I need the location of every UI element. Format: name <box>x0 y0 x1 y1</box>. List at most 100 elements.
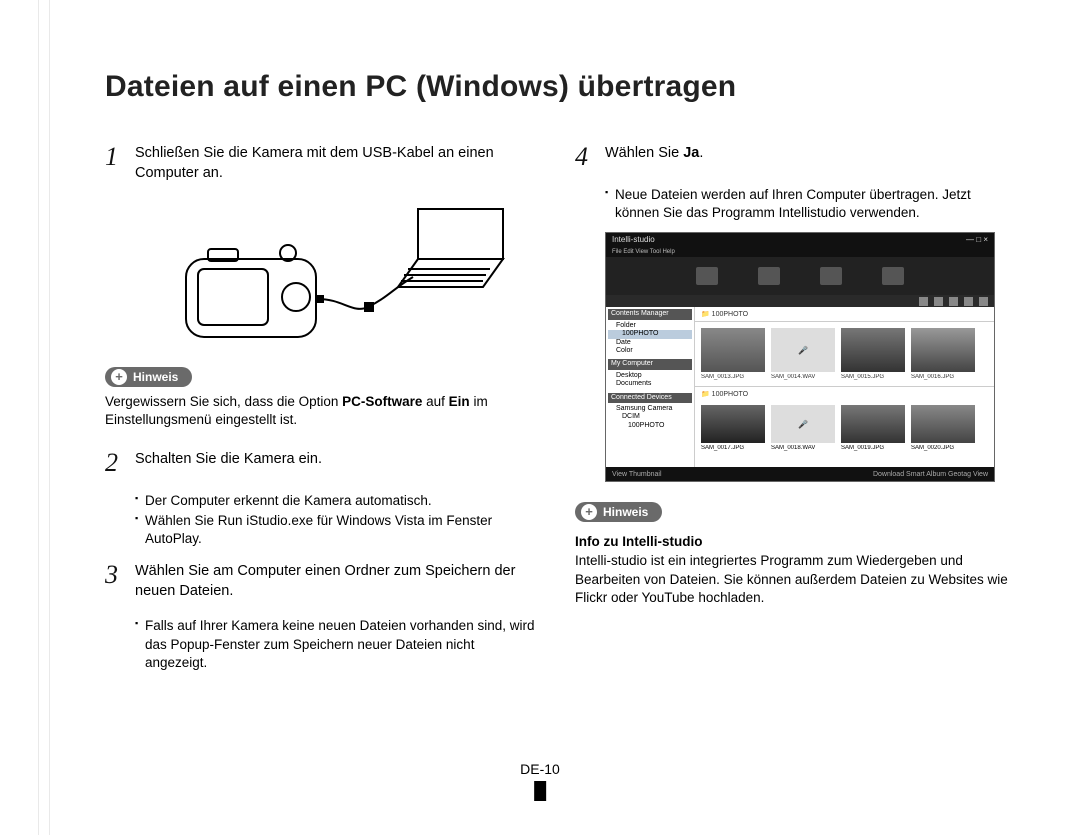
step-text-part: . <box>699 145 703 161</box>
folder-bar-2: 📁 100PHOTO <box>695 386 994 401</box>
left-column: 1 Schließen Sie die Kamera mit dem USB-K… <box>105 144 540 674</box>
sidebar-header: Connected Devices <box>608 393 692 403</box>
thumbnail: 🎤SAM_0018.WAV <box>771 405 835 451</box>
library-icon <box>696 267 718 285</box>
step-text: Schließen Sie die Kamera mit dem USB-Kab… <box>135 144 540 183</box>
thumbnail-label: SAM_0019.JPG <box>841 445 905 451</box>
step-2: 2 Schalten Sie die Kamera ein. <box>105 450 540 476</box>
tree-item: Date <box>608 339 692 347</box>
info-heading: Info zu Intelli-studio <box>575 534 1010 549</box>
note-text-bold: Ein <box>449 394 470 409</box>
intelli-studio-screenshot: Intelli-studio — □ × File Edit View Tool… <box>605 232 995 482</box>
step-3-bullets: Falls auf Ihrer Kamera keine neuen Datei… <box>135 617 540 672</box>
note-text-part: auf <box>422 394 448 409</box>
tree-item: Desktop <box>608 372 692 380</box>
binding-guide <box>38 0 50 835</box>
thumbnail: 🎤SAM_0014.WAV <box>771 328 835 380</box>
note-label: Hinweis <box>133 370 178 384</box>
view-mode-icon <box>919 297 928 306</box>
folder-label: 📁 100PHOTO <box>701 390 748 398</box>
thumbnail-row-2: SAM_0017.JPG 🎤SAM_0018.WAV SAM_0019.JPG … <box>695 401 994 455</box>
two-column-layout: 1 Schließen Sie die Kamera mit dem USB-K… <box>105 144 1010 674</box>
note-1-container: + Hinweis Vergewissern Sie sich, dass di… <box>105 361 540 429</box>
camera-laptop-illustration <box>135 199 540 349</box>
thumbnail: SAM_0020.JPG <box>911 405 975 451</box>
plus-icon: + <box>581 504 597 520</box>
tree-item: Documents <box>608 380 692 388</box>
status-right: Download Smart Album Geotag View <box>873 471 988 478</box>
step-4-bullets: Neue Dateien werden auf Ihren Computer ü… <box>605 186 1010 222</box>
sidebar-header: Contents Manager <box>608 309 692 319</box>
photo-editor-icon <box>758 267 780 285</box>
tree-item-selected: 100PHOTO <box>608 330 692 338</box>
thumbnail-label: SAM_0015.JPG <box>841 374 905 380</box>
step-text: Wählen Sie Ja. <box>605 144 1010 170</box>
status-left: View Thumbnail <box>612 471 662 478</box>
thumbnail-label: SAM_0017.JPG <box>701 445 765 451</box>
step-text-bold: Ja <box>683 145 699 161</box>
window-titlebar: Intelli-studio — □ × <box>606 233 994 247</box>
right-column: 4 Wählen Sie Ja. Neue Dateien werden auf… <box>575 144 1010 674</box>
thumbnail: SAM_0016.JPG <box>911 328 975 380</box>
toolbar <box>606 257 994 295</box>
step-number: 3 <box>105 562 135 601</box>
folder-name: 100PHOTO <box>712 311 748 318</box>
tree-item: 100PHOTO <box>608 422 692 430</box>
tree-item: Samsung Camera <box>608 405 692 413</box>
tree-item: Folder <box>608 322 692 330</box>
page-content: Dateien auf einen PC (Windows) übertrage… <box>0 0 1080 674</box>
sidebar: Contents Manager Folder 100PHOTO Date Co… <box>606 307 695 467</box>
menu-bar: File Edit View Tool Help <box>606 247 994 257</box>
window-title: Intelli-studio <box>612 233 655 247</box>
info-text: Intelli-studio ist ein integriertes Prog… <box>575 552 1010 607</box>
page-tab-icon <box>534 781 546 801</box>
thumbnail-row-1: SAM_0013.JPG 🎤SAM_0014.WAV SAM_0015.JPG … <box>695 322 994 386</box>
view-mode-icon <box>964 297 973 306</box>
page-number: DE-10 <box>520 761 560 801</box>
folder-bar: 📁 100PHOTO <box>695 307 994 322</box>
step-1: 1 Schließen Sie die Kamera mit dem USB-K… <box>105 144 540 183</box>
thumbnail-label: SAM_0016.JPG <box>911 374 975 380</box>
window-controls-icon: — □ × <box>966 233 988 247</box>
step-number: 4 <box>575 144 605 170</box>
sidebar-header: My Computer <box>608 359 692 369</box>
screenshot-body: Contents Manager Folder 100PHOTO Date Co… <box>606 307 994 467</box>
folder-name: 100PHOTO <box>712 391 748 398</box>
view-options-bar <box>606 295 994 307</box>
main-pane: 📁 100PHOTO SAM_0013.JPG 🎤SAM_0014.WAV SA… <box>695 307 994 467</box>
plus-icon: + <box>111 369 127 385</box>
thumbnail: SAM_0017.JPG <box>701 405 765 451</box>
step-4: 4 Wählen Sie Ja. <box>575 144 1010 170</box>
view-mode-icon <box>934 297 943 306</box>
step-3: 3 Wählen Sie am Computer einen Ordner zu… <box>105 562 540 601</box>
bullet-item: Falls auf Ihrer Kamera keine neuen Datei… <box>135 617 540 672</box>
view-mode-icon <box>979 297 988 306</box>
thumbnail-label: SAM_0013.JPG <box>701 374 765 380</box>
thumbnail-label: SAM_0014.WAV <box>771 374 835 380</box>
page-title: Dateien auf einen PC (Windows) übertrage… <box>105 70 1010 104</box>
note-text: Vergewissern Sie sich, dass die Option P… <box>105 393 540 429</box>
thumbnail-label: SAM_0018.WAV <box>771 445 835 451</box>
step-text: Wählen Sie am Computer einen Ordner zum … <box>135 562 540 601</box>
note-text-part: Vergewissern Sie sich, dass die Option <box>105 394 342 409</box>
share-icon <box>882 267 904 285</box>
step-number: 1 <box>105 144 135 183</box>
bullet-item: Wählen Sie Run iStudio.exe für Windows V… <box>135 512 540 548</box>
thumbnail-label: SAM_0020.JPG <box>911 445 975 451</box>
movie-editor-icon <box>820 267 842 285</box>
note-badge: + Hinweis <box>575 502 662 522</box>
note-2-container: + Hinweis Info zu Intelli-studio Intelli… <box>575 496 1010 607</box>
status-bar: View Thumbnail Download Smart Album Geot… <box>606 467 994 481</box>
view-mode-icon <box>949 297 958 306</box>
thumbnail: SAM_0015.JPG <box>841 328 905 380</box>
thumbnail: SAM_0019.JPG <box>841 405 905 451</box>
step-2-bullets: Der Computer erkennt die Kamera automati… <box>135 492 540 549</box>
tree-item: Color <box>608 347 692 355</box>
note-text-bold: PC-Software <box>342 394 422 409</box>
bullet-item: Neue Dateien werden auf Ihren Computer ü… <box>605 186 1010 222</box>
tree-item: DCIM <box>608 413 692 421</box>
page-number-text: DE-10 <box>520 761 560 777</box>
step-number: 2 <box>105 450 135 476</box>
note-badge: + Hinweis <box>105 367 192 387</box>
bullet-item: Der Computer erkennt die Kamera automati… <box>135 492 540 510</box>
